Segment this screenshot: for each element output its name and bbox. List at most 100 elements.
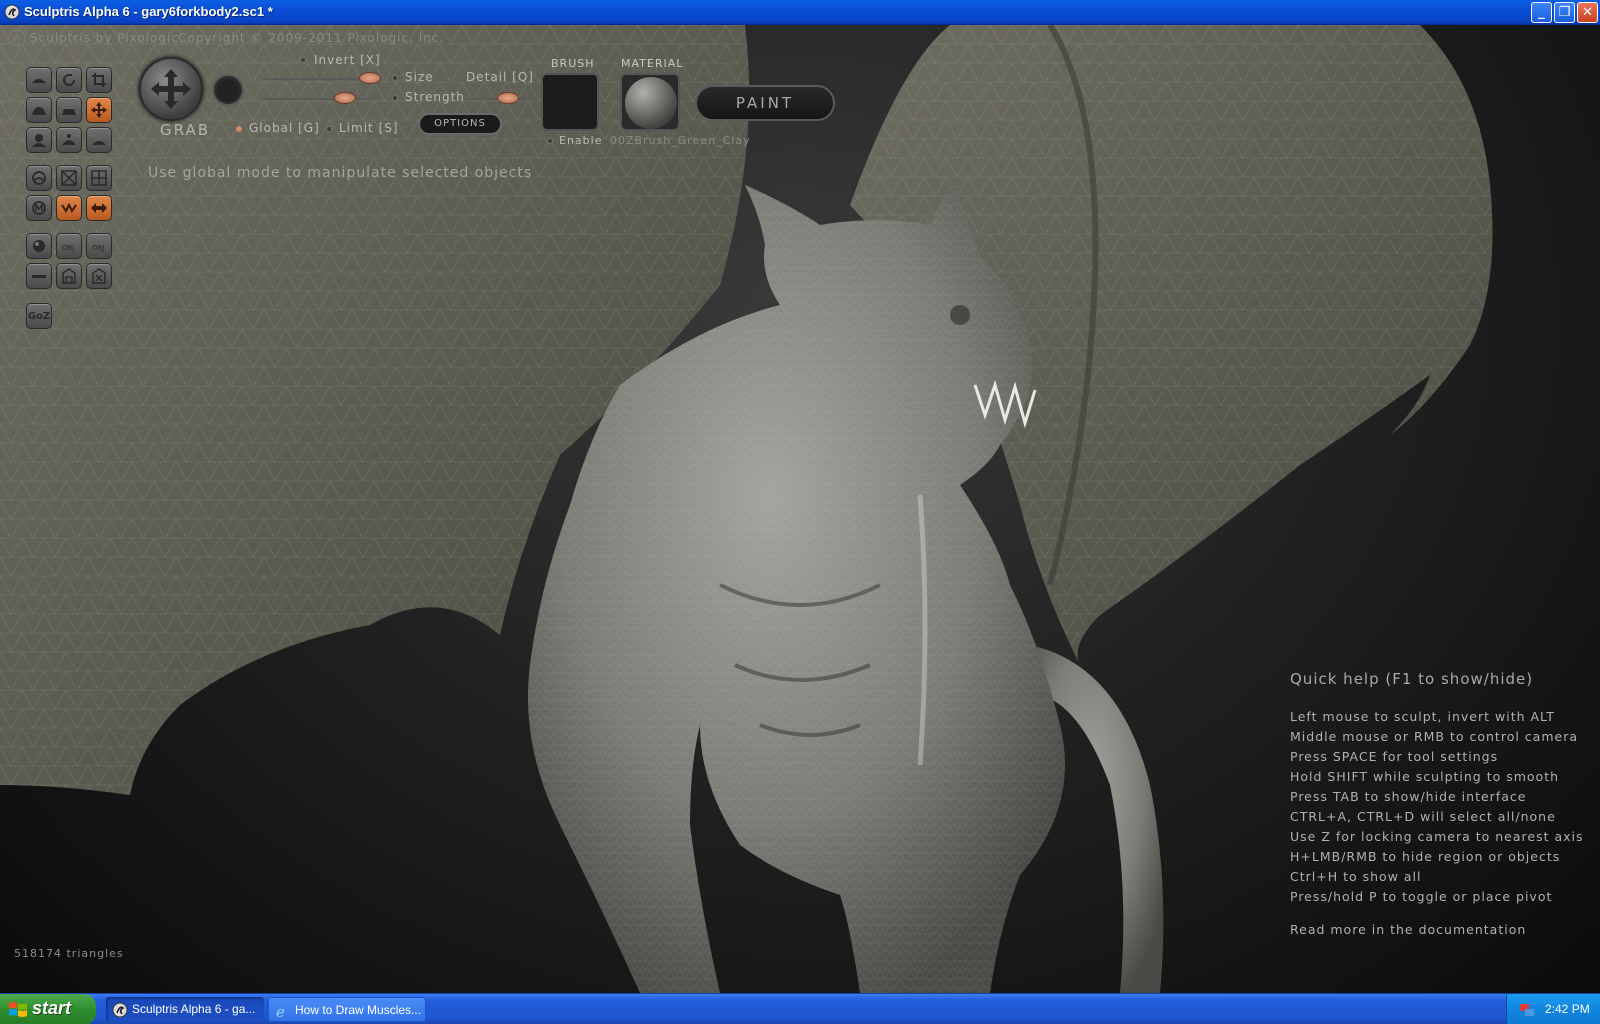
plane-tool-button[interactable] [26, 263, 52, 289]
sculpt-viewport[interactable]: Sculptris by Pixologic Copyright © 2009-… [0, 25, 1600, 993]
flatten-tool-button[interactable] [56, 97, 82, 123]
mask-tool-button[interactable] [56, 165, 82, 191]
grab-tool-preview[interactable] [139, 57, 203, 121]
material-sphere-preview [625, 77, 677, 129]
start-button[interactable]: start [0, 994, 96, 1024]
detail-label: Detail [Q] [466, 70, 534, 84]
lasso-tool-button[interactable] [26, 165, 52, 191]
strength-label: Strength [405, 90, 465, 104]
svg-text:e: e [276, 1003, 285, 1019]
material-name: 00ZBrush_Green_Clay [610, 134, 751, 147]
close-button[interactable]: ✕ [1577, 2, 1598, 23]
sculptris-app-icon [4, 4, 20, 20]
wireframe-toggle-button[interactable] [56, 263, 82, 289]
quick-help-line: Press TAB to show/hide interface [1290, 789, 1527, 804]
paint-mode-button[interactable]: PAINT [695, 85, 835, 121]
system-tray: 2:42 PM [1506, 994, 1600, 1024]
size-slider-knob[interactable] [359, 72, 381, 84]
quick-help-line: CTRL+A, CTRL+D will select all/none [1290, 809, 1556, 824]
invert-radio[interactable] [300, 57, 306, 63]
crop-tool-button[interactable] [86, 67, 112, 93]
mirror-tool-button[interactable] [86, 195, 112, 221]
minimize-button[interactable]: _ [1531, 2, 1552, 23]
options-button[interactable]: OPTIONS [418, 113, 502, 135]
quick-help-line: H+LMB/RMB to hide region or objects [1290, 849, 1561, 864]
crop-icon [92, 73, 106, 87]
quick-help-title: Quick help (F1 to show/hide) [1290, 670, 1534, 688]
material-slot[interactable] [620, 73, 680, 131]
flatten-icon [62, 109, 76, 115]
import-obj-button[interactable]: OBJ [56, 233, 82, 259]
export-obj-button[interactable]: OBJ [86, 233, 112, 259]
rotate-tool-button[interactable] [56, 67, 82, 93]
sphere-icon [33, 240, 45, 252]
brush-section-title: BRUSH [551, 57, 595, 70]
maximize-button[interactable]: ❐ [1554, 2, 1575, 23]
reduce-tool-button[interactable] [26, 195, 52, 221]
size-radio[interactable] [392, 75, 398, 81]
hide-toggle-button[interactable] [86, 263, 112, 289]
documentation-link[interactable]: Read more in the documentation [1290, 922, 1526, 937]
grid-icon [91, 170, 107, 186]
pinch-tool-button[interactable] [26, 127, 52, 153]
limit-radio[interactable] [326, 126, 332, 132]
taskbar-item-browser[interactable]: e How to Draw Muscles... [268, 997, 426, 1022]
strength-radio[interactable] [392, 95, 398, 101]
brush-enable-label[interactable]: Enable [559, 134, 602, 147]
taskbar-item-label: How to Draw Muscles... [295, 1003, 422, 1017]
strength-slider-track[interactable] [262, 98, 372, 100]
lasso-icon [32, 171, 46, 185]
move-arrows-icon [151, 69, 191, 109]
crease-icon [32, 79, 46, 83]
mirror-icon [91, 203, 107, 213]
internet-explorer-icon: e [276, 1003, 285, 1019]
quick-help-line: Press/hold P to toggle or place pivot [1290, 889, 1553, 904]
limit-label[interactable]: Limit [S] [339, 121, 399, 135]
export-icon: OBJ [92, 244, 104, 252]
taskbar-item-sculptris[interactable]: Sculptris Alpha 6 - ga... [106, 997, 264, 1022]
detail-slider-knob[interactable] [497, 92, 519, 104]
airbrush-label[interactable]: Airbrush [200, 53, 259, 67]
quick-help-line: Hold SHIFT while sculpting to smooth [1290, 769, 1560, 784]
global-label[interactable]: Global [G] [249, 121, 320, 135]
smooth-tool-button[interactable] [56, 127, 82, 153]
inflate-tool-button[interactable] [26, 97, 52, 123]
brush-dot-button[interactable] [212, 74, 244, 106]
grab-tool-button[interactable] [86, 97, 112, 123]
tool-hint-text: Use global mode to manipulate selected o… [148, 165, 533, 181]
grab-icon [91, 102, 107, 118]
brush-enable-radio[interactable] [547, 138, 553, 144]
tool-name-label: GRAB [160, 121, 210, 139]
invert-label[interactable]: Invert [X] [314, 53, 381, 67]
strength-slider-knob[interactable] [333, 92, 356, 104]
quick-help-line: Ctrl+H to show all [1290, 869, 1422, 884]
start-label: start [32, 998, 72, 1018]
triangle-count: 518174 triangles [14, 947, 124, 960]
svg-text:OBJ: OBJ [62, 244, 74, 252]
taskbar-clock[interactable]: 2:42 PM [1545, 1002, 1590, 1016]
draw-icon [92, 141, 106, 145]
window-title: Sculptris Alpha 6 - gary6forkbody2.sc1 * [24, 4, 273, 19]
global-radio[interactable] [236, 126, 242, 132]
symmetry-tool-button[interactable] [56, 195, 82, 221]
sphere-tool-button[interactable] [26, 233, 52, 259]
goz-button[interactable]: GoZ [26, 303, 52, 329]
svg-text:OBJ: OBJ [92, 244, 104, 252]
goz-label: GoZ [27, 310, 51, 322]
wireframe-icon [62, 268, 76, 284]
lazy-label[interactable]: Lazy [262, 53, 293, 67]
quick-help-line: Use Z for locking camera to nearest axis [1290, 829, 1584, 844]
quick-help-line: Left mouse to sculpt, invert with ALT [1290, 709, 1555, 724]
sculptris-app-icon [112, 1002, 128, 1018]
plane-icon [32, 275, 46, 278]
draw-tool-button[interactable] [86, 127, 112, 153]
window-titlebar[interactable]: Sculptris Alpha 6 - gary6forkbody2.sc1 *… [0, 0, 1600, 25]
pinch-icon [32, 134, 46, 147]
hide-icon [92, 268, 106, 284]
crease-tool-button[interactable] [26, 67, 52, 93]
smooth-icon [62, 134, 76, 145]
pixologic-logo-icon [8, 29, 26, 47]
brush-texture-slot[interactable] [541, 73, 599, 131]
network-icon[interactable] [1519, 1002, 1535, 1018]
grid-tool-button[interactable] [86, 165, 112, 191]
